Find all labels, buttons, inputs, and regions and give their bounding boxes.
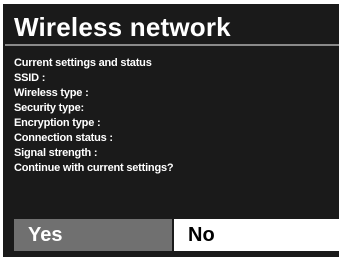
encryption-type-field: Encryption type : — [14, 117, 101, 129]
security-type-field: Security type: — [14, 102, 84, 114]
wireless-network-dialog: Wireless network Current settings and st… — [3, 4, 339, 257]
yes-button[interactable]: Yes — [14, 219, 172, 251]
ssid-field: SSID : — [14, 72, 46, 84]
title-divider — [5, 44, 339, 46]
dialog-title: Wireless network — [14, 12, 231, 42]
no-button[interactable]: No — [174, 219, 339, 251]
settings-info-list: Current settings and status SSID : Wirel… — [14, 56, 174, 176]
current-settings-heading: Current settings and status — [14, 57, 152, 69]
signal-strength-field: Signal strength : — [14, 147, 98, 159]
connection-status-field: Connection status : — [14, 132, 113, 144]
continue-prompt: Continue with current settings? — [14, 162, 174, 174]
wireless-type-field: Wireless type : — [14, 87, 89, 99]
